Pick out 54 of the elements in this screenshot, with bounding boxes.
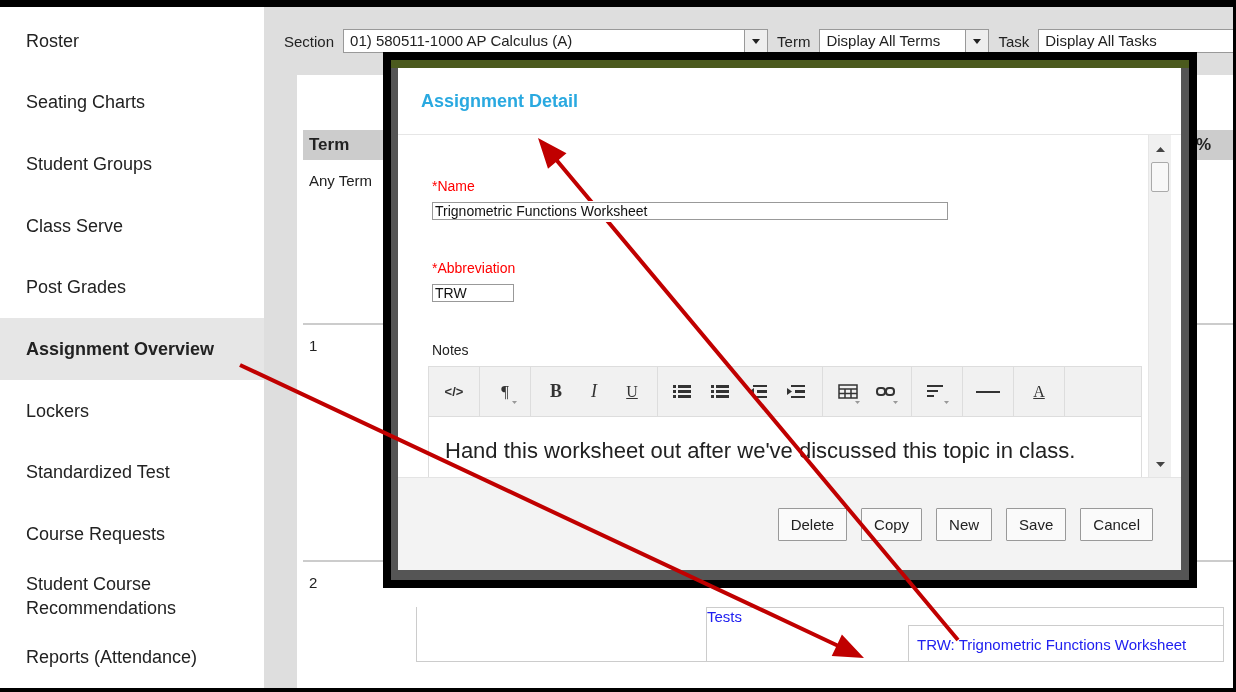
numbered-list-icon <box>711 384 731 399</box>
link-icon <box>876 384 896 399</box>
paragraph-button[interactable]: ¶ <box>486 367 524 416</box>
bold-button[interactable]: B <box>537 367 575 416</box>
dialog-button[interactable]: Save <box>1006 507 1067 541</box>
font-color-button[interactable]: A <box>1020 367 1058 416</box>
scrollbar[interactable] <box>1148 135 1171 477</box>
horizontal-rule-icon <box>976 390 1000 393</box>
dialog-button[interactable]: Copy <box>861 507 923 541</box>
sidebar-item[interactable]: Seating Charts <box>0 71 264 134</box>
category-link[interactable]: Tests <box>707 608 742 625</box>
sidebar-item[interactable]: Standardized Test <box>0 441 264 504</box>
sidebar-item[interactable]: Roster <box>0 10 264 72</box>
dropdown-field[interactable]: Display All Terms <box>819 29 990 53</box>
notes-text: Hand this worksheet out after we've discussed this topic in class. <box>445 438 1076 463</box>
indent-icon <box>787 384 807 399</box>
sidebar-item[interactable]: Post Grades <box>0 256 264 319</box>
dialog-title: Assignment Detail <box>398 68 1181 135</box>
sidebar-item[interactable]: Lockers <box>0 379 264 442</box>
sidebar-item[interactable]: Class Serve <box>0 194 264 257</box>
caret-icon <box>751 37 762 45</box>
scroll-up-icon[interactable] <box>1155 147 1165 152</box>
text-field[interactable]: TRW <box>432 284 514 302</box>
text-field[interactable]: Trignometric Functions Worksheet <box>432 202 948 220</box>
scroll-down-icon[interactable] <box>1155 462 1165 467</box>
column-header: Term <box>309 135 350 155</box>
column-header: % <box>1195 135 1211 155</box>
sidebar-item[interactable]: Course Requests <box>0 503 264 565</box>
code-view-button[interactable]: </> <box>435 367 473 416</box>
table-icon <box>838 384 858 399</box>
sidebar-item[interactable]: Assignment Overview <box>0 318 264 380</box>
filter-label: Term <box>777 32 811 50</box>
term-cell: 1 <box>309 337 318 354</box>
dropdown-field[interactable]: Display All Tasks <box>1038 29 1233 53</box>
sidebar-item[interactable]: Reports (Attendance) <box>0 626 264 688</box>
italic-button[interactable]: I <box>575 367 613 416</box>
dialog-button[interactable]: Cancel <box>1080 507 1153 541</box>
scrollbar-thumb[interactable] <box>1151 162 1169 192</box>
field-label: *Abbreviation <box>432 260 516 276</box>
term-cell: Any Term <box>309 172 373 189</box>
field-label: *Name <box>432 178 475 194</box>
assignment-link[interactable]: TRW: Trignometric Functions Worksheet <box>917 636 1187 653</box>
caret-icon <box>972 37 983 45</box>
term-cell: 2 <box>309 574 318 591</box>
underline-button[interactable]: U <box>613 367 651 416</box>
filter-label: Section <box>284 32 335 50</box>
field-label: Notes <box>432 342 469 358</box>
sidebar-item[interactable]: Student Course Recommendations <box>0 564 264 627</box>
sidebar-item[interactable]: Student Groups <box>0 133 264 195</box>
dialog-button[interactable]: Delete <box>777 507 848 541</box>
dropdown-field[interactable]: 01) 580511-1000 AP Calculus (A) <box>343 29 769 53</box>
dialog-button[interactable]: New <box>936 507 993 541</box>
filter-label: Task <box>998 32 1030 50</box>
bullet-list-icon <box>673 384 693 399</box>
